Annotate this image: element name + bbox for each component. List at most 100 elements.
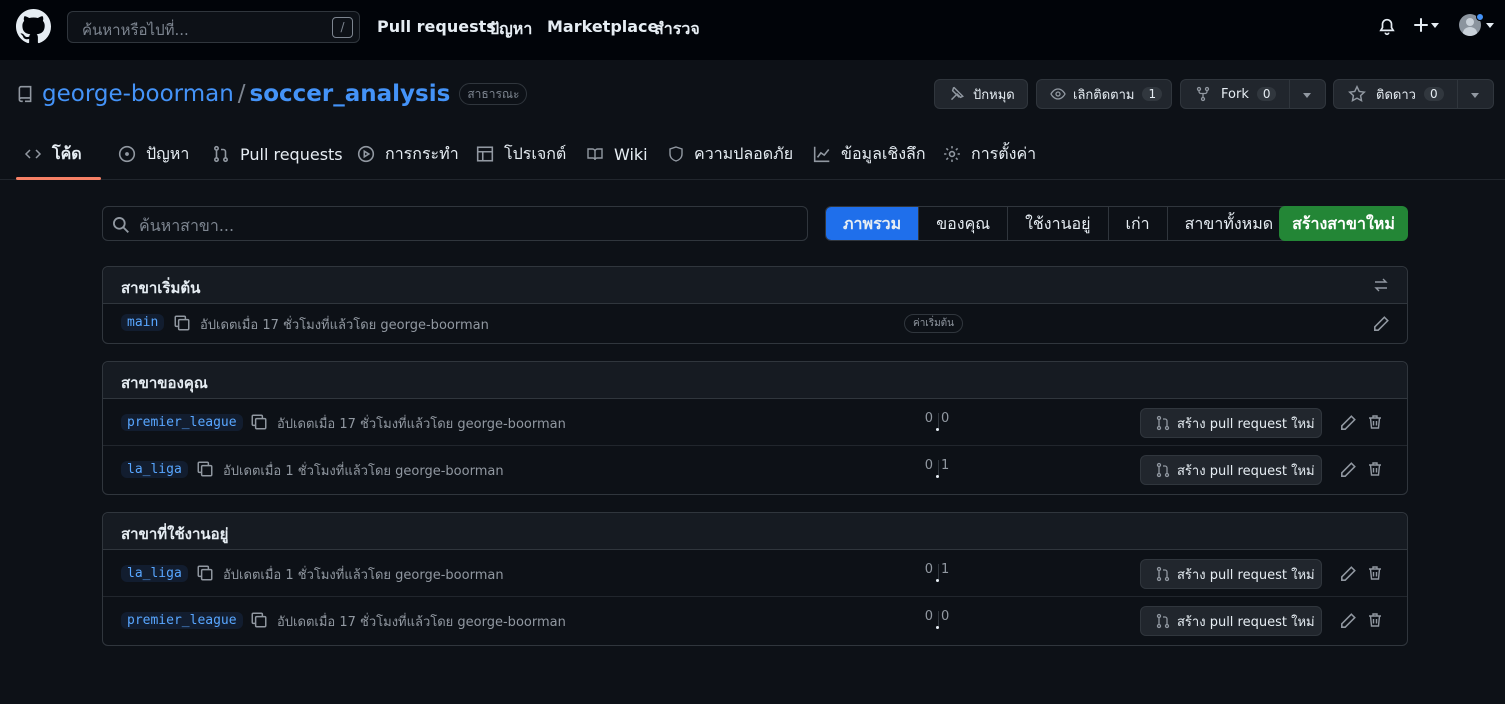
filter-stale[interactable]: เก่า xyxy=(1107,207,1167,240)
copy-icon[interactable] xyxy=(196,564,214,582)
section-header: สาขาของคุณ xyxy=(103,362,1407,399)
nav-explore[interactable]: สำรวจ xyxy=(654,17,700,42)
button-divider xyxy=(1289,80,1290,108)
your-branches-section: สาขาของคุณ premier_league อัปเดตเมื่อ 17… xyxy=(102,361,1408,495)
play-icon xyxy=(357,145,375,163)
trash-icon[interactable] xyxy=(1367,413,1383,431)
copy-icon[interactable] xyxy=(173,314,191,332)
tab-wiki[interactable]: Wiki xyxy=(586,142,648,166)
ahead-behind-divider xyxy=(938,460,939,476)
copy-icon[interactable] xyxy=(250,413,268,431)
tab-insights[interactable]: ข้อมูลเชิงลึก xyxy=(813,142,926,166)
tab-actions-label: การกระทำ xyxy=(385,143,459,163)
visibility-badge: สาธารณะ xyxy=(459,83,528,105)
ahead-behind-dot xyxy=(936,626,939,629)
tab-actions[interactable]: การกระทำ xyxy=(357,142,459,166)
switch-arrows-icon[interactable] xyxy=(1373,277,1389,293)
pull-request-icon xyxy=(1156,613,1170,629)
section-title: สาขาเริ่มต้น xyxy=(121,279,201,297)
tab-code[interactable]: โค้ด xyxy=(24,142,82,166)
nav-pull-requests[interactable]: Pull requests xyxy=(377,17,496,36)
repo-name-link[interactable]: soccer_analysis xyxy=(250,81,451,107)
tab-projects-label: โปรเจกต์ xyxy=(504,143,567,163)
fork-count: 0 xyxy=(1256,87,1277,101)
ahead-behind-indicator: 0 0 xyxy=(923,609,953,631)
ahead-behind-indicator: 0 0 xyxy=(923,411,953,433)
nav-issues[interactable]: ปัญหา xyxy=(489,17,532,42)
new-pull-request-button[interactable]: สร้าง pull request ใหม่ xyxy=(1140,606,1322,636)
tab-security[interactable]: ความปลอดภัย xyxy=(668,142,793,166)
pencil-icon[interactable] xyxy=(1372,315,1390,333)
pencil-icon[interactable] xyxy=(1339,612,1357,630)
ahead-behind-divider xyxy=(938,413,939,429)
branch-updated-text: อัปเดตเมื่อ 17 ชั่วโมงที่แล้วโดย george-… xyxy=(200,318,489,333)
copy-icon[interactable] xyxy=(250,611,268,629)
branch-row: premier_league อัปเดตเมื่อ 17 ชั่วโมงที่… xyxy=(103,597,1407,644)
github-logo-icon[interactable] xyxy=(16,9,51,44)
behind-count: 0 xyxy=(924,458,933,473)
repo-title: george-boorman / soccer_analysis สาธารณะ xyxy=(16,80,528,108)
new-pull-request-label: สร้าง pull request ใหม่ xyxy=(1177,614,1315,630)
tab-settings[interactable]: การตั้งค่า xyxy=(943,142,1036,166)
trash-icon[interactable] xyxy=(1367,564,1383,582)
branch-row: la_liga อัปเดตเมื่อ 1 ชั่วโมงที่แล้วโดย … xyxy=(103,446,1407,493)
branch-name-link[interactable]: premier_league xyxy=(121,414,243,431)
pin-button[interactable]: ปักหมุด xyxy=(934,79,1028,109)
filter-overview[interactable]: ภาพรวม xyxy=(826,207,919,240)
search-icon xyxy=(113,217,129,233)
new-pull-request-button[interactable]: สร้าง pull request ใหม่ xyxy=(1140,408,1322,438)
pin-label: ปักหมุด xyxy=(973,87,1015,103)
book-icon xyxy=(587,148,603,161)
graph-icon xyxy=(813,146,830,163)
filter-active[interactable]: ใช้งานอยู่ xyxy=(1007,207,1108,240)
unwatch-button[interactable]: เลิกติดตาม 1 xyxy=(1036,79,1172,109)
pull-request-icon xyxy=(1156,462,1170,478)
tab-code-label: โค้ด xyxy=(52,143,82,163)
new-branch-button[interactable]: สร้างสาขาใหม่ xyxy=(1279,206,1408,241)
star-button[interactable]: ติดดาว 0 xyxy=(1333,79,1494,109)
star-dropdown-icon[interactable] xyxy=(1470,90,1480,100)
tab-issues[interactable]: ปัญหา xyxy=(118,142,189,166)
global-search-input[interactable]: ค้นหาหรือไปที่... / xyxy=(67,11,360,43)
branch-row: la_liga อัปเดตเมื่อ 1 ชั่วโมงที่แล้วโดย … xyxy=(103,550,1407,597)
pull-request-icon xyxy=(1156,566,1170,582)
pencil-icon[interactable] xyxy=(1339,565,1357,583)
pencil-icon[interactable] xyxy=(1339,461,1357,479)
tab-pull-requests-label: Pull requests xyxy=(240,144,343,164)
fork-dropdown-icon[interactable] xyxy=(1302,90,1312,100)
filter-yours[interactable]: ของคุณ xyxy=(918,207,1008,240)
shield-icon xyxy=(669,146,683,162)
active-branches-section: สาขาที่ใช้งานอยู่ la_liga อัปเดตเมื่อ 1 … xyxy=(102,512,1408,646)
user-menu[interactable] xyxy=(1459,13,1495,36)
tab-wiki-label: Wiki xyxy=(614,144,648,164)
default-branch-section: สาขาเริ่มต้น main อัปเดตเมื่อ 17 ชั่วโมง… xyxy=(102,266,1408,344)
trash-icon[interactable] xyxy=(1367,460,1383,478)
ahead-behind-divider xyxy=(938,611,939,627)
nav-marketplace[interactable]: Marketplace xyxy=(547,17,658,36)
tab-insights-label: ข้อมูลเชิงลึก xyxy=(841,143,926,163)
pencil-icon[interactable] xyxy=(1339,414,1357,432)
branch-updated-text: อัปเดตเมื่อ 17 ชั่วโมงที่แล้วโดย george-… xyxy=(277,417,566,432)
filter-all[interactable]: สาขาทั้งหมด xyxy=(1166,207,1291,240)
create-new-menu[interactable] xyxy=(1412,15,1440,35)
tab-pull-requests[interactable]: Pull requests xyxy=(212,142,343,166)
new-pull-request-button[interactable]: สร้าง pull request ใหม่ xyxy=(1140,559,1322,589)
button-divider xyxy=(1457,80,1458,108)
branch-name-link[interactable]: main xyxy=(121,314,165,331)
trash-icon[interactable] xyxy=(1367,611,1383,629)
branch-name-link[interactable]: la_liga xyxy=(121,565,188,582)
repo-owner-link[interactable]: george-boorman xyxy=(42,81,234,107)
pull-request-icon xyxy=(214,145,228,163)
tab-projects[interactable]: โปรเจกต์ xyxy=(476,142,566,166)
bell-icon[interactable] xyxy=(1378,17,1396,37)
branch-name-link[interactable]: la_liga xyxy=(121,461,188,478)
branch-search-input[interactable]: ค้นหาสาขา... xyxy=(102,206,808,241)
behind-count: 0 xyxy=(924,609,933,624)
branch-name-link[interactable]: premier_league xyxy=(121,612,243,629)
fork-button[interactable]: Fork 0 xyxy=(1180,79,1326,109)
code-icon xyxy=(24,149,42,159)
branch-filter-tabs: ภาพรวม ของคุณ ใช้งานอยู่ เก่า สาขาทั้งหม… xyxy=(825,206,1292,241)
caret-down-icon xyxy=(1431,23,1439,28)
new-pull-request-button[interactable]: สร้าง pull request ใหม่ xyxy=(1140,455,1322,485)
copy-icon[interactable] xyxy=(196,460,214,478)
